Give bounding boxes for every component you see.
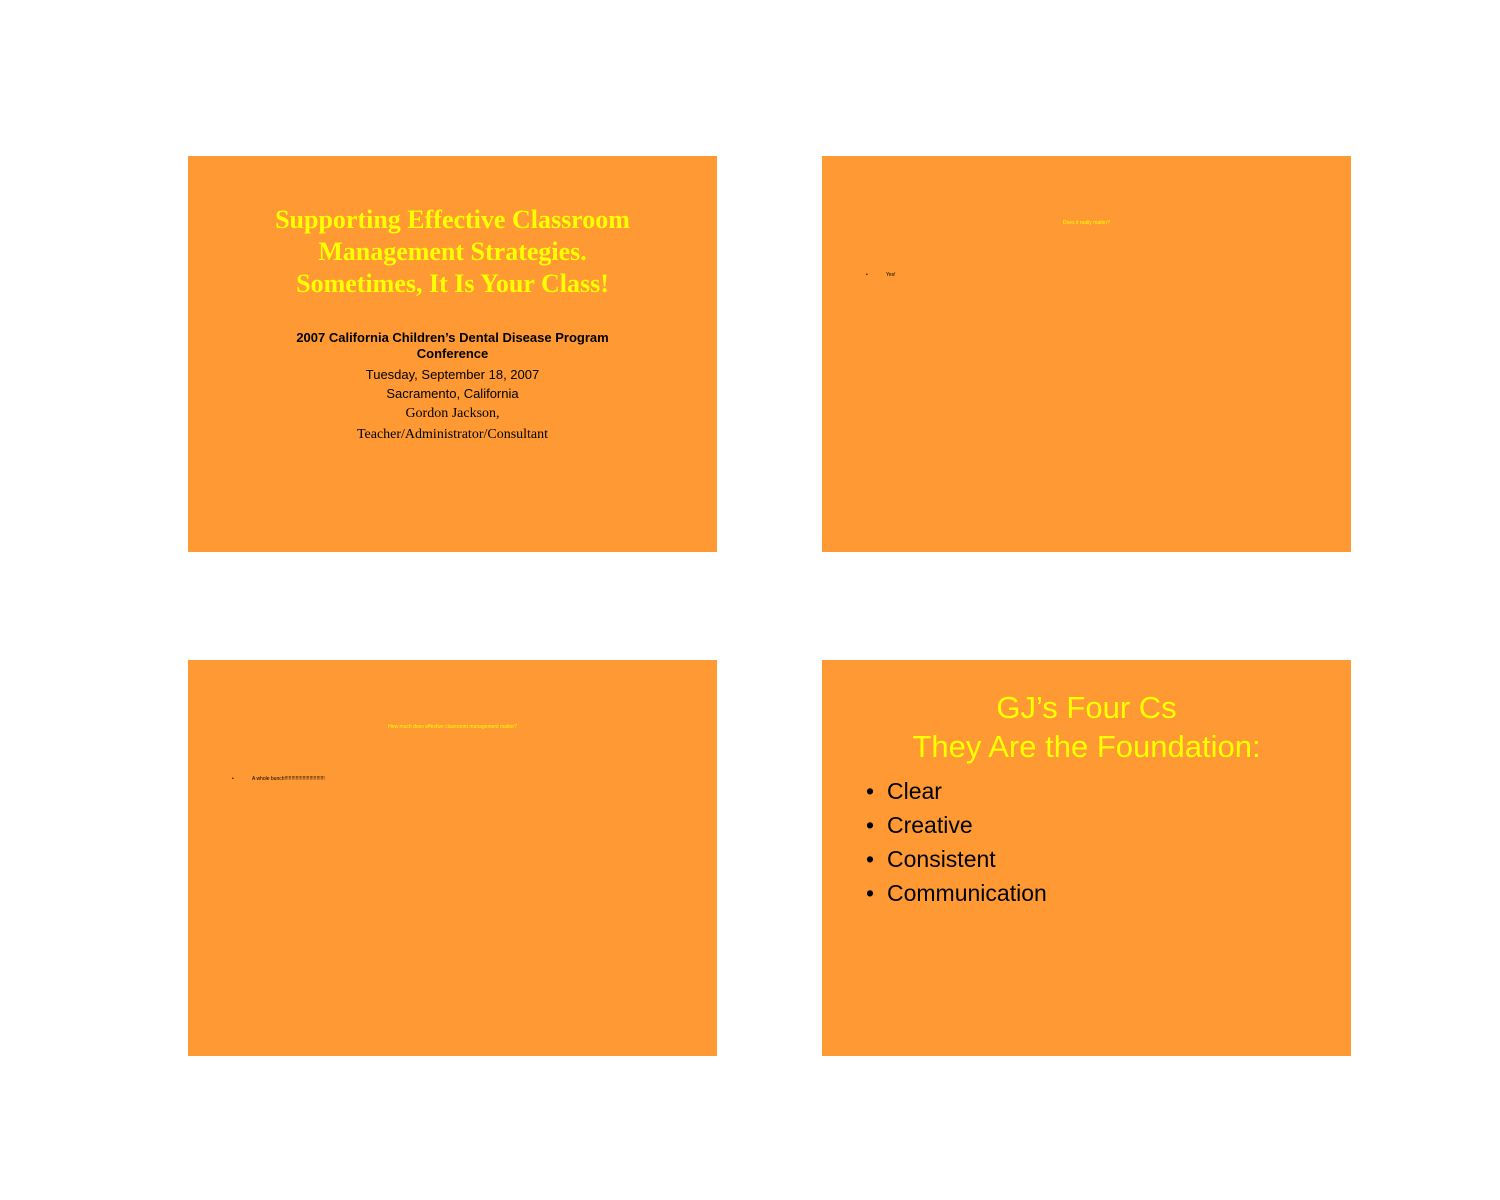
conference-name: 2007 California Children’s Dental Diseas… [188,330,717,362]
conference-name-line: 2007 California Children’s Dental Diseas… [296,330,609,345]
slide-2: Does it really matter? • Yes! [822,156,1351,552]
slide-2-bullet-text: Yes! [886,272,896,278]
list-item: • Consistent [866,842,1047,876]
presenter-name: Gordon Jackson, [405,406,500,421]
slide-3-bullet-text: A whole bunch!!!!!!!!!!!!!!!!!!!!!!!!!!!… [252,776,325,782]
slide-1-title: Supporting Effective Classroom Managemen… [188,204,717,300]
slide-4-title-line: They Are the Foundation: [912,729,1261,764]
slide-1-subtitle: 2007 California Children’s Dental Diseas… [188,330,717,445]
slide-4-title: GJ’s Four Cs They Are the Foundation: [822,688,1351,766]
list-item: • Creative [866,808,1047,842]
slide-3: How much does effective classroom manage… [188,660,717,1056]
slide-4: GJ’s Four Cs They Are the Foundation: • C… [822,660,1351,1056]
slide-4-title-line: GJ’s Four Cs [996,690,1177,725]
slide-1-title-line: Sometimes, It Is Your Class! [296,269,609,298]
slide-4-bullet-list: • Clear • Creative • Consistent • Communicat… [866,774,1047,910]
slide-1-title-line: Supporting Effective Classroom [275,205,630,234]
slide-1: Supporting Effective Classroom Managemen… [188,156,717,552]
list-item-text: Clear [887,778,942,804]
bullet-glyph: • [866,272,868,278]
bullet-glyph: • [866,812,875,838]
bullet-glyph: • [866,846,875,872]
bullet-glyph: • [866,880,875,906]
slide-1-title-line: Management Strategies. [318,237,587,266]
list-item: • Communication [866,876,1047,910]
conference-date: Tuesday, September 18, 2007 [365,367,540,382]
slide-3-title: How much does effective classroom manage… [388,724,517,730]
slide-2-title: Does it really matter? [1062,220,1111,226]
presenter-role: Teacher/Administrator/Consultant [356,427,549,442]
conference-location: Sacramento, California [386,386,519,401]
list-item-text: Creative [887,812,973,838]
conference-name-line: Conference [416,346,489,361]
bullet-glyph: • [866,778,875,804]
list-item-text: Communication [887,880,1047,906]
handout-page: Supporting Effective Classroom Managemen… [0,0,1500,1200]
list-item: • Clear [866,774,1047,808]
bullet-glyph: • [232,776,234,782]
list-item-text: Consistent [887,846,996,872]
